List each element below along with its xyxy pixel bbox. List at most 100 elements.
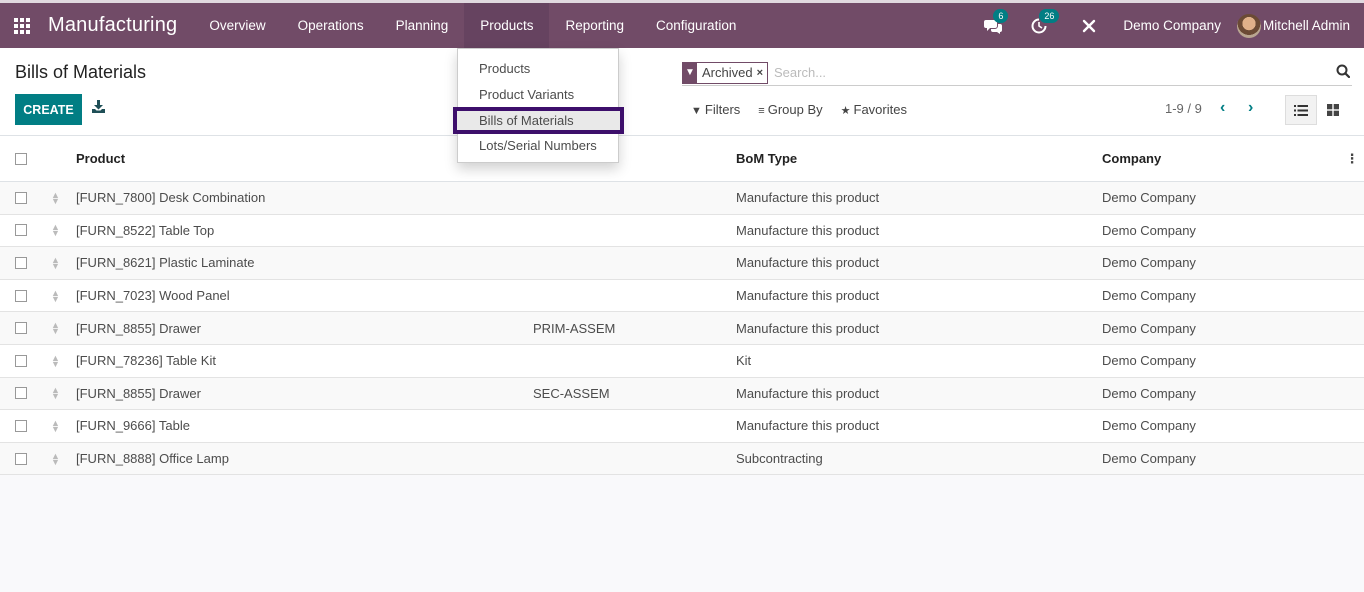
cell-company: Demo Company	[1102, 222, 1196, 238]
menu-reporting[interactable]: Reporting	[549, 3, 640, 48]
table-row[interactable]: ▲ ▼ [FURN_7023] Wood Panel Manufacture this…	[0, 280, 1364, 313]
menu-item-bills-of-materials[interactable]: Bills of Materials	[453, 106, 624, 135]
drag-handle-icon[interactable]: ▲ ▼	[50, 386, 76, 401]
row-checkbox[interactable]	[15, 354, 27, 367]
cell-bom-type: Manufacture this product	[736, 222, 880, 238]
activities-clock-icon[interactable]: 26	[1027, 8, 1060, 38]
cell-bom-type: Kit	[736, 353, 752, 369]
list-icon	[1294, 104, 1308, 116]
menu-operations[interactable]: Operations	[282, 3, 380, 48]
table-row[interactable]: ▲ ▼ [FURN_8888] Office Lamp Subcontracting D…	[0, 442, 1364, 476]
row-checkbox[interactable]	[15, 387, 27, 400]
funnel-icon: ▼	[691, 105, 702, 117]
debug-tools-icon[interactable]	[1077, 14, 1101, 38]
menu-item-product-variants[interactable]: Product Variants	[458, 82, 618, 108]
cell-product: [FURN_8855] Drawer	[76, 320, 201, 336]
cell-company: Demo Company	[1102, 320, 1196, 336]
download-icon[interactable]	[92, 100, 106, 116]
table-row[interactable]: ▲ ▼ [FURN_8621] Plastic Laminate Manufactur…	[0, 247, 1364, 280]
menu-item-lots-serial-numbers[interactable]: Lots/Serial Numbers	[458, 133, 618, 159]
drag-handle-icon[interactable]: ▲ ▼	[50, 255, 76, 270]
facet-remove-icon[interactable]: ×	[757, 67, 767, 79]
cell-product: [FURN_8855] Drawer	[76, 385, 201, 401]
menu-item-products[interactable]: Products	[458, 56, 618, 82]
cell-bom-type: Subcontracting	[736, 451, 823, 467]
table-row[interactable]: ▲ ▼ [FURN_9666] Table Manufacture this prod…	[0, 410, 1364, 443]
user-menu[interactable]: Mitchell Admin	[1263, 18, 1350, 33]
messages-icon[interactable]: 6	[981, 8, 1009, 38]
pager-previous-icon[interactable]: ‹	[1220, 99, 1225, 117]
drag-handle-icon[interactable]: ▲ ▼	[50, 353, 76, 368]
page-title: Bills of Materials	[15, 62, 147, 82]
favorites-button[interactable]: ★ Favorites	[841, 102, 907, 117]
table-row[interactable]: ▲ ▼ [FURN_7800] Desk Combination Manufactur…	[0, 182, 1364, 215]
drag-handle-icon[interactable]: ▲ ▼	[50, 451, 76, 466]
cell-reference: SEC-ASSEM	[533, 385, 610, 401]
search-input[interactable]	[774, 65, 1315, 80]
products-dropdown-menu: Products Product Variants Bills of Mater…	[453, 48, 624, 163]
menu-configuration[interactable]: Configuration	[640, 3, 752, 48]
search-bar: ▼ Archived ×	[682, 60, 1352, 86]
apps-menu-icon[interactable]	[14, 17, 32, 35]
cell-product: [FURN_78236] Table Kit	[76, 353, 216, 369]
cell-product: [FURN_9666] Table	[76, 418, 190, 434]
row-checkbox[interactable]	[15, 289, 27, 302]
drag-handle-icon[interactable]: ▲ ▼	[50, 321, 76, 336]
bars-icon: ≡	[758, 105, 765, 117]
create-button[interactable]: CREATE	[15, 94, 82, 125]
drag-handle-icon[interactable]: ▲ ▼	[50, 223, 76, 238]
pager-next-icon[interactable]: ›	[1248, 99, 1253, 117]
cell-bom-type: Manufacture this product	[736, 255, 880, 271]
facet-label: Archived	[702, 65, 753, 80]
table-header: Product BoM Type Company ⋮	[0, 136, 1364, 182]
list-view-button[interactable]	[1285, 95, 1317, 125]
group-by-button[interactable]: ≡ Group By	[758, 102, 822, 117]
row-checkbox[interactable]	[15, 191, 27, 204]
app-name[interactable]: Manufacturing	[48, 14, 177, 37]
control-panel: Bills of Materials CREATE ▼ Archived × ▼…	[0, 48, 1364, 136]
drag-handle-icon[interactable]: ▲ ▼	[50, 288, 76, 303]
row-checkbox[interactable]	[15, 419, 27, 432]
cell-company: Demo Company	[1102, 418, 1196, 434]
cell-bom-type: Manufacture this product	[736, 385, 880, 401]
search-icon[interactable]	[1336, 64, 1351, 79]
cell-product: [FURN_8621] Plastic Laminate	[76, 255, 255, 271]
company-switcher[interactable]: Demo Company	[1123, 18, 1221, 33]
header-company[interactable]: Company	[1102, 151, 1342, 166]
table-row[interactable]: ▲ ▼ [FURN_8522] Table Top Manufacture this …	[0, 215, 1364, 248]
header-bom-type[interactable]: BoM Type	[736, 151, 1102, 166]
drag-handle-icon[interactable]: ▲ ▼	[50, 190, 76, 205]
row-checkbox[interactable]	[15, 256, 27, 269]
user-avatar[interactable]	[1236, 13, 1261, 38]
cell-reference: PRIM-ASSEM	[533, 320, 616, 336]
kanban-view-button[interactable]	[1322, 95, 1344, 125]
table-row[interactable]: ▲ ▼ [FURN_78236] Table Kit Kit Demo Company	[0, 345, 1364, 378]
row-checkbox[interactable]	[15, 224, 27, 237]
cell-product: [FURN_7800] Desk Combination	[76, 190, 266, 206]
cell-company: Demo Company	[1102, 288, 1196, 304]
row-checkbox[interactable]	[15, 322, 27, 335]
menu-overview[interactable]: Overview	[193, 3, 281, 48]
table-body: ▲ ▼ [FURN_7800] Desk Combination Manufactur…	[0, 182, 1364, 476]
table-row[interactable]: ▲ ▼ [FURN_8855] Drawer SEC-ASSEM Manufacture…	[0, 377, 1364, 411]
bom-list-table: Product BoM Type Company ⋮ ▲ ▼ [FURN_7800]…	[0, 136, 1364, 476]
filter-icon: ▼	[683, 61, 697, 84]
kanban-icon	[1327, 104, 1339, 116]
cell-product: [FURN_8888] Office Lamp	[76, 451, 229, 467]
cell-product: [FURN_7023] Wood Panel	[76, 288, 230, 304]
archived-filter-facet: ▼ Archived ×	[682, 61, 769, 84]
top-navbar: Manufacturing Overview Operations Planni…	[0, 0, 1364, 48]
messages-badge: 6	[993, 8, 1009, 23]
activities-badge: 26	[1039, 8, 1060, 23]
cell-bom-type: Manufacture this product	[736, 418, 880, 434]
pager-value[interactable]: 1-9 / 9	[1165, 101, 1202, 116]
filters-button[interactable]: ▼ Filters	[691, 102, 740, 117]
select-all-checkbox[interactable]	[15, 152, 27, 165]
menu-products[interactable]: Products	[464, 3, 550, 48]
cell-company: Demo Company	[1102, 190, 1196, 206]
row-checkbox[interactable]	[15, 452, 27, 465]
table-row[interactable]: ▲ ▼ [FURN_8855] Drawer PRIM-ASSEM Manufactur…	[0, 312, 1364, 345]
optional-columns-icon[interactable]: ⋮	[1342, 151, 1362, 167]
drag-handle-icon[interactable]: ▲ ▼	[50, 418, 76, 433]
menu-planning[interactable]: Planning	[380, 3, 465, 48]
